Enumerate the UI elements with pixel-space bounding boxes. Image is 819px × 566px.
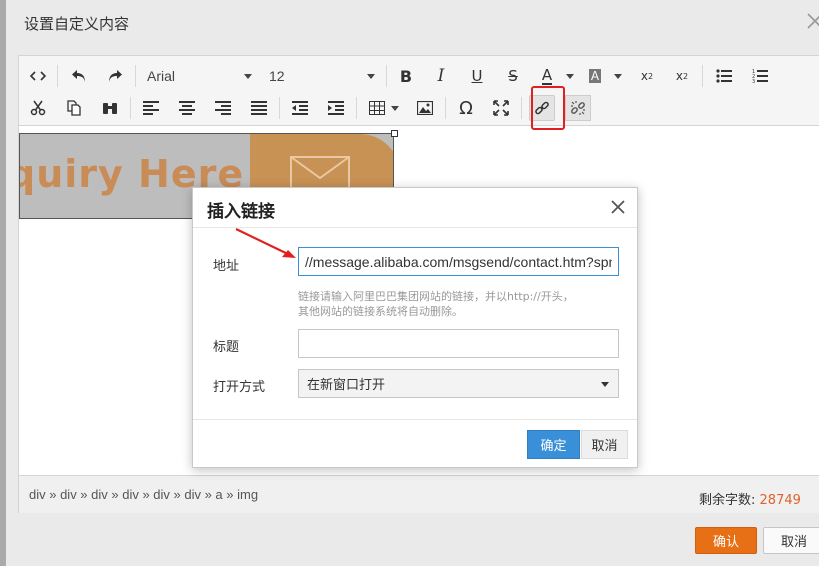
toolbar-divider <box>57 65 58 87</box>
ordered-list-icon[interactable]: 123 <box>747 63 773 89</box>
outdent-icon[interactable] <box>287 95 313 121</box>
word-count-value: 28749 <box>759 493 801 508</box>
italic-icon[interactable]: I <box>428 63 454 89</box>
toolbar-row-1: Arial 12 B I U S A A x2 x2 1 2 3 <box>19 60 819 92</box>
modal-header: 插入链接 <box>193 188 637 228</box>
font-size-value: 12 <box>269 68 285 84</box>
strikethrough-icon[interactable]: S <box>500 63 526 89</box>
font-color-icon[interactable]: A <box>534 63 560 89</box>
ok-button[interactable]: 确定 <box>527 430 580 459</box>
title-input[interactable] <box>298 329 619 358</box>
word-count-label: 剩余字数: <box>699 493 756 508</box>
subscript-icon[interactable]: x2 <box>669 63 695 89</box>
align-justify-icon[interactable] <box>246 95 272 121</box>
background-color-icon[interactable]: A <box>582 63 608 89</box>
open-mode-select[interactable]: 在新窗口打开 <box>298 369 619 398</box>
editor-statusbar: div » div » div » div » div » div » a » … <box>19 475 819 513</box>
confirm-button[interactable]: 确认 <box>695 527 757 554</box>
copy-icon[interactable] <box>61 95 87 121</box>
url-hint: 链接请输入阿里巴巴集团网站的链接，并以http://开头， 其他网站的链接系统将… <box>298 289 628 319</box>
font-family-select[interactable]: Arial <box>147 63 252 89</box>
url-input[interactable] <box>298 247 619 276</box>
chevron-down-icon[interactable] <box>391 106 399 111</box>
toolbar-divider <box>386 65 387 87</box>
cut-icon[interactable] <box>25 95 51 121</box>
open-mode-value: 在新窗口打开 <box>307 378 386 393</box>
fullscreen-icon[interactable] <box>488 95 514 121</box>
unordered-list-icon[interactable] <box>711 63 737 89</box>
font-family-value: Arial <box>147 68 176 84</box>
image-icon[interactable] <box>412 95 438 121</box>
toolbar-divider <box>521 97 522 119</box>
find-icon[interactable] <box>97 95 123 121</box>
open-mode-label: 打开方式 <box>213 380 266 395</box>
align-left-icon[interactable] <box>138 95 164 121</box>
special-char-icon[interactable]: Ω <box>453 95 479 121</box>
unlink-icon[interactable] <box>565 95 591 121</box>
svg-text:3: 3 <box>752 79 755 83</box>
close-icon[interactable] <box>806 12 819 32</box>
align-center-icon[interactable] <box>174 95 200 121</box>
close-icon[interactable] <box>611 199 627 215</box>
chevron-down-icon <box>244 74 252 79</box>
chevron-down-icon[interactable] <box>614 74 622 79</box>
element-path[interactable]: div » div » div » div » div » div » a » … <box>29 487 258 502</box>
indent-icon[interactable] <box>323 95 349 121</box>
superscript-icon[interactable]: x2 <box>634 63 660 89</box>
word-count: 剩余字数: 28749 <box>699 489 801 508</box>
toolbar-row-2: Ω <box>19 92 819 124</box>
toolbar-divider <box>279 97 280 119</box>
cancel-button[interactable]: 取消 <box>763 527 819 554</box>
chevron-down-icon <box>601 382 609 387</box>
font-size-select[interactable]: 12 <box>269 63 375 89</box>
table-icon[interactable] <box>364 95 390 121</box>
dialog-title: 设置自定义内容 <box>24 15 130 33</box>
modal-footer: 确定 取消 <box>193 419 637 468</box>
toolbar-divider <box>702 65 703 87</box>
bold-icon[interactable]: B <box>393 63 419 89</box>
resize-handle[interactable] <box>391 130 398 137</box>
url-hint-line2: 其他网站的链接系统将自动删除。 <box>298 305 463 318</box>
align-right-icon[interactable] <box>210 95 236 121</box>
url-hint-line1: 链接请输入阿里巴巴集团网站的链接，并以http://开头， <box>298 290 574 303</box>
modal-cancel-button[interactable]: 取消 <box>581 430 628 459</box>
title-label: 标题 <box>213 340 240 355</box>
link-icon[interactable] <box>529 95 555 121</box>
undo-icon[interactable] <box>66 63 92 89</box>
toolbar-divider <box>130 97 131 119</box>
chevron-down-icon[interactable] <box>566 74 574 79</box>
url-label: 地址 <box>213 259 240 274</box>
editor-toolbar: Arial 12 B I U S A A x2 x2 1 2 3 Ω <box>19 56 819 126</box>
chevron-down-icon <box>367 74 375 79</box>
toolbar-divider <box>356 97 357 119</box>
modal-title: 插入链接 <box>207 202 275 222</box>
underline-icon[interactable]: U <box>464 63 490 89</box>
insert-link-modal: 插入链接 地址 链接请输入阿里巴巴集团网站的链接，并以http://开头， 其他… <box>192 187 638 468</box>
toolbar-divider <box>135 65 136 87</box>
redo-icon[interactable] <box>102 63 128 89</box>
toolbar-divider <box>445 97 446 119</box>
source-code-icon[interactable] <box>25 63 51 89</box>
